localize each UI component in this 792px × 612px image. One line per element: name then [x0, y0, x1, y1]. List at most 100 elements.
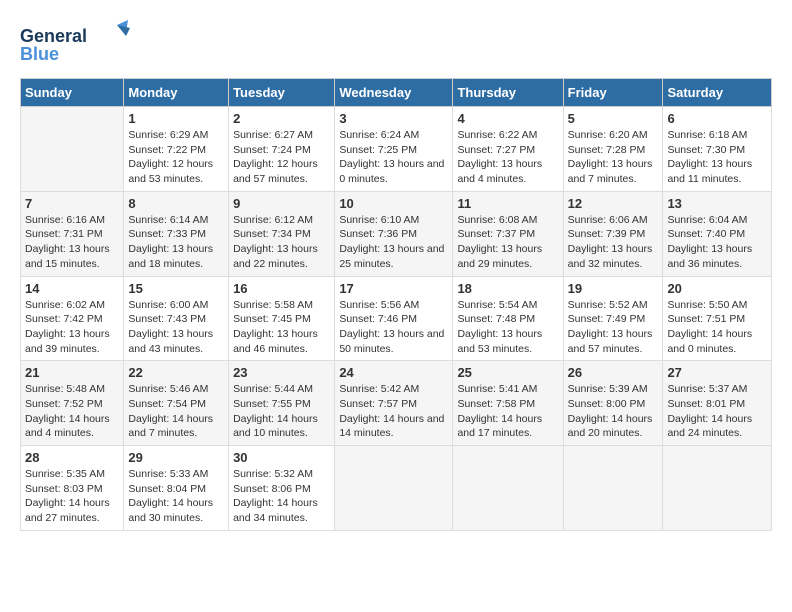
day-number: 29 [128, 450, 224, 465]
day-number: 10 [339, 196, 448, 211]
day-info: Sunrise: 5:33 AMSunset: 8:04 PMDaylight:… [128, 467, 224, 526]
day-number: 23 [233, 365, 330, 380]
header-day-wednesday: Wednesday [335, 79, 453, 107]
day-info: Sunrise: 6:20 AMSunset: 7:28 PMDaylight:… [568, 128, 659, 187]
day-number: 7 [25, 196, 119, 211]
calendar-cell: 4 Sunrise: 6:22 AMSunset: 7:27 PMDayligh… [453, 107, 563, 192]
day-info: Sunrise: 6:10 AMSunset: 7:36 PMDaylight:… [339, 213, 448, 272]
day-number: 24 [339, 365, 448, 380]
day-info: Sunrise: 5:46 AMSunset: 7:54 PMDaylight:… [128, 382, 224, 441]
day-info: Sunrise: 5:37 AMSunset: 8:01 PMDaylight:… [667, 382, 767, 441]
day-info: Sunrise: 6:24 AMSunset: 7:25 PMDaylight:… [339, 128, 448, 187]
calendar-cell: 14 Sunrise: 6:02 AMSunset: 7:42 PMDaylig… [21, 276, 124, 361]
header-day-friday: Friday [563, 79, 663, 107]
calendar-cell [563, 446, 663, 531]
day-number: 30 [233, 450, 330, 465]
day-info: Sunrise: 6:06 AMSunset: 7:39 PMDaylight:… [568, 213, 659, 272]
calendar-cell: 6 Sunrise: 6:18 AMSunset: 7:30 PMDayligh… [663, 107, 772, 192]
calendar-cell: 23 Sunrise: 5:44 AMSunset: 7:55 PMDaylig… [229, 361, 335, 446]
day-number: 3 [339, 111, 448, 126]
calendar-cell: 27 Sunrise: 5:37 AMSunset: 8:01 PMDaylig… [663, 361, 772, 446]
day-number: 17 [339, 281, 448, 296]
day-number: 1 [128, 111, 224, 126]
day-info: Sunrise: 5:58 AMSunset: 7:45 PMDaylight:… [233, 298, 330, 357]
logo: General Blue [20, 20, 130, 70]
calendar-cell: 12 Sunrise: 6:06 AMSunset: 7:39 PMDaylig… [563, 191, 663, 276]
calendar-cell [21, 107, 124, 192]
day-info: Sunrise: 6:29 AMSunset: 7:22 PMDaylight:… [128, 128, 224, 187]
calendar-cell: 15 Sunrise: 6:00 AMSunset: 7:43 PMDaylig… [124, 276, 229, 361]
calendar-cell: 29 Sunrise: 5:33 AMSunset: 8:04 PMDaylig… [124, 446, 229, 531]
calendar-cell: 10 Sunrise: 6:10 AMSunset: 7:36 PMDaylig… [335, 191, 453, 276]
day-number: 11 [457, 196, 558, 211]
day-info: Sunrise: 6:27 AMSunset: 7:24 PMDaylight:… [233, 128, 330, 187]
day-number: 9 [233, 196, 330, 211]
calendar-cell: 2 Sunrise: 6:27 AMSunset: 7:24 PMDayligh… [229, 107, 335, 192]
day-number: 25 [457, 365, 558, 380]
week-row-5: 28 Sunrise: 5:35 AMSunset: 8:03 PMDaylig… [21, 446, 772, 531]
header-day-monday: Monday [124, 79, 229, 107]
calendar-cell: 22 Sunrise: 5:46 AMSunset: 7:54 PMDaylig… [124, 361, 229, 446]
day-number: 28 [25, 450, 119, 465]
day-info: Sunrise: 6:18 AMSunset: 7:30 PMDaylight:… [667, 128, 767, 187]
calendar-cell: 28 Sunrise: 5:35 AMSunset: 8:03 PMDaylig… [21, 446, 124, 531]
calendar-cell: 21 Sunrise: 5:48 AMSunset: 7:52 PMDaylig… [21, 361, 124, 446]
header-day-thursday: Thursday [453, 79, 563, 107]
calendar-cell: 9 Sunrise: 6:12 AMSunset: 7:34 PMDayligh… [229, 191, 335, 276]
calendar-cell: 13 Sunrise: 6:04 AMSunset: 7:40 PMDaylig… [663, 191, 772, 276]
day-number: 20 [667, 281, 767, 296]
day-info: Sunrise: 5:32 AMSunset: 8:06 PMDaylight:… [233, 467, 330, 526]
day-info: Sunrise: 6:12 AMSunset: 7:34 PMDaylight:… [233, 213, 330, 272]
calendar-header-row: SundayMondayTuesdayWednesdayThursdayFrid… [21, 79, 772, 107]
header-day-sunday: Sunday [21, 79, 124, 107]
day-info: Sunrise: 5:48 AMSunset: 7:52 PMDaylight:… [25, 382, 119, 441]
day-info: Sunrise: 5:50 AMSunset: 7:51 PMDaylight:… [667, 298, 767, 357]
svg-text:Blue: Blue [20, 44, 59, 64]
calendar-cell: 24 Sunrise: 5:42 AMSunset: 7:57 PMDaylig… [335, 361, 453, 446]
svg-text:General: General [20, 26, 87, 46]
day-number: 16 [233, 281, 330, 296]
header: General Blue [20, 20, 772, 70]
day-number: 22 [128, 365, 224, 380]
day-info: Sunrise: 5:44 AMSunset: 7:55 PMDaylight:… [233, 382, 330, 441]
day-number: 8 [128, 196, 224, 211]
day-number: 14 [25, 281, 119, 296]
calendar-cell: 5 Sunrise: 6:20 AMSunset: 7:28 PMDayligh… [563, 107, 663, 192]
calendar-cell: 20 Sunrise: 5:50 AMSunset: 7:51 PMDaylig… [663, 276, 772, 361]
day-number: 19 [568, 281, 659, 296]
day-number: 26 [568, 365, 659, 380]
calendar-cell: 30 Sunrise: 5:32 AMSunset: 8:06 PMDaylig… [229, 446, 335, 531]
day-number: 2 [233, 111, 330, 126]
day-number: 4 [457, 111, 558, 126]
day-info: Sunrise: 6:14 AMSunset: 7:33 PMDaylight:… [128, 213, 224, 272]
day-info: Sunrise: 5:54 AMSunset: 7:48 PMDaylight:… [457, 298, 558, 357]
calendar-cell: 25 Sunrise: 5:41 AMSunset: 7:58 PMDaylig… [453, 361, 563, 446]
day-info: Sunrise: 6:04 AMSunset: 7:40 PMDaylight:… [667, 213, 767, 272]
day-info: Sunrise: 5:39 AMSunset: 8:00 PMDaylight:… [568, 382, 659, 441]
week-row-3: 14 Sunrise: 6:02 AMSunset: 7:42 PMDaylig… [21, 276, 772, 361]
calendar-cell: 18 Sunrise: 5:54 AMSunset: 7:48 PMDaylig… [453, 276, 563, 361]
day-number: 6 [667, 111, 767, 126]
day-info: Sunrise: 6:08 AMSunset: 7:37 PMDaylight:… [457, 213, 558, 272]
day-number: 12 [568, 196, 659, 211]
day-number: 18 [457, 281, 558, 296]
day-info: Sunrise: 6:02 AMSunset: 7:42 PMDaylight:… [25, 298, 119, 357]
header-day-saturday: Saturday [663, 79, 772, 107]
calendar-cell: 8 Sunrise: 6:14 AMSunset: 7:33 PMDayligh… [124, 191, 229, 276]
header-day-tuesday: Tuesday [229, 79, 335, 107]
day-info: Sunrise: 6:16 AMSunset: 7:31 PMDaylight:… [25, 213, 119, 272]
day-number: 27 [667, 365, 767, 380]
day-info: Sunrise: 5:41 AMSunset: 7:58 PMDaylight:… [457, 382, 558, 441]
day-info: Sunrise: 5:52 AMSunset: 7:49 PMDaylight:… [568, 298, 659, 357]
week-row-1: 1 Sunrise: 6:29 AMSunset: 7:22 PMDayligh… [21, 107, 772, 192]
day-number: 21 [25, 365, 119, 380]
day-info: Sunrise: 5:35 AMSunset: 8:03 PMDaylight:… [25, 467, 119, 526]
day-number: 5 [568, 111, 659, 126]
logo-svg: General Blue [20, 20, 130, 70]
calendar-cell [453, 446, 563, 531]
calendar-cell: 17 Sunrise: 5:56 AMSunset: 7:46 PMDaylig… [335, 276, 453, 361]
day-info: Sunrise: 5:56 AMSunset: 7:46 PMDaylight:… [339, 298, 448, 357]
calendar-cell: 16 Sunrise: 5:58 AMSunset: 7:45 PMDaylig… [229, 276, 335, 361]
day-info: Sunrise: 5:42 AMSunset: 7:57 PMDaylight:… [339, 382, 448, 441]
calendar-cell: 1 Sunrise: 6:29 AMSunset: 7:22 PMDayligh… [124, 107, 229, 192]
